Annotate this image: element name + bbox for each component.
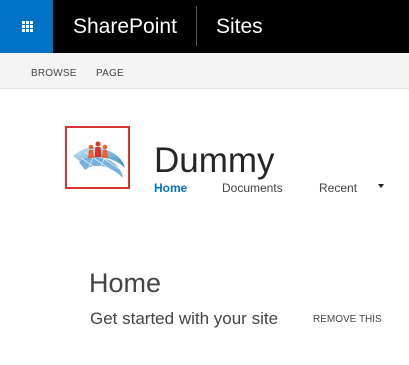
tab-page[interactable]: PAGE	[96, 68, 124, 79]
site-logo-icon	[73, 141, 125, 179]
site-title[interactable]: Dummy	[154, 140, 275, 182]
page-title: Home	[89, 268, 162, 298]
topnav-item-documents[interactable]: Documents	[222, 181, 283, 195]
suite-bar: SharePoint Sites	[0, 0, 409, 53]
topnav-item-home[interactable]: Home	[154, 181, 187, 195]
caret-down-icon[interactable]	[378, 184, 384, 188]
ribbon-bar: BROWSE PAGE	[0, 53, 409, 89]
site-logo[interactable]	[65, 126, 130, 189]
topnav-item-recent[interactable]: Recent	[319, 181, 357, 195]
tab-browse[interactable]: BROWSE	[31, 68, 77, 79]
suite-app-name[interactable]: SharePoint	[73, 14, 177, 40]
app-launcher-button[interactable]	[0, 0, 53, 53]
suite-sites-link[interactable]: Sites	[216, 14, 263, 40]
suite-divider	[196, 6, 197, 46]
get-started-text[interactable]: Get started with your site	[90, 308, 278, 330]
remove-this-link[interactable]: REMOVE THIS	[313, 314, 382, 325]
